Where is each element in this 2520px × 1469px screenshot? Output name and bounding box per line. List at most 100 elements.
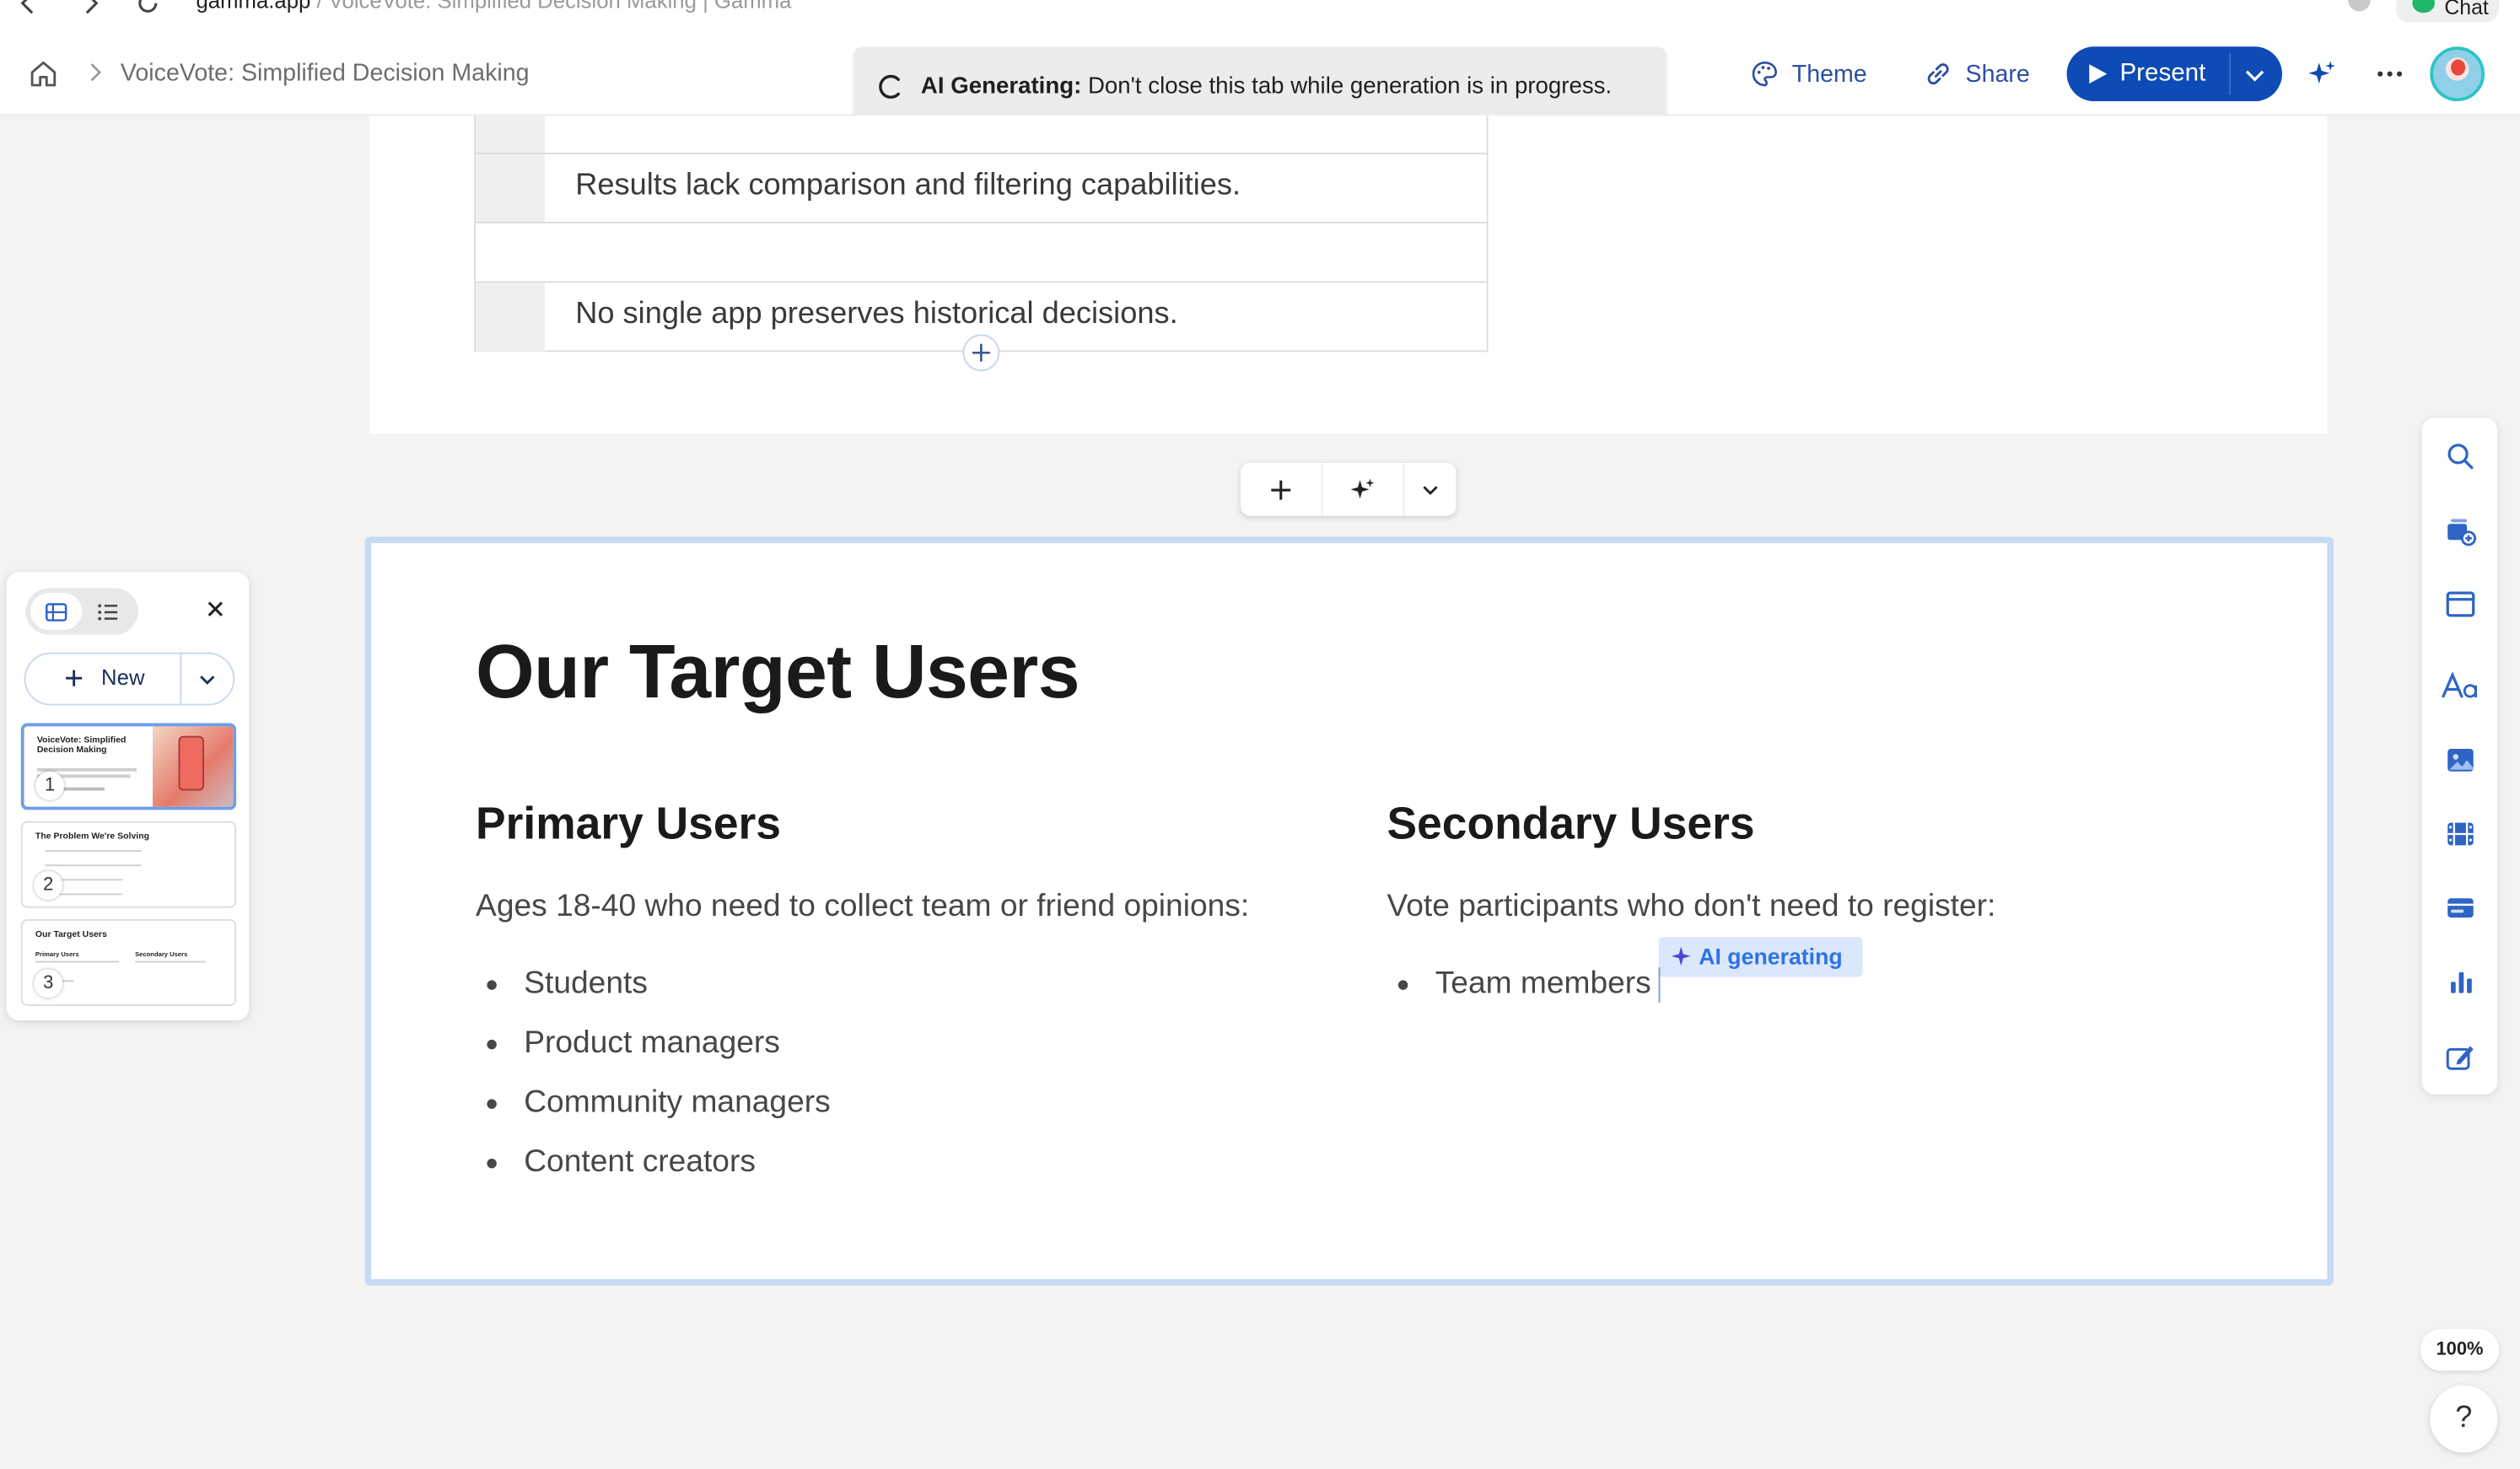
card-title[interactable]: Our Target Users <box>476 627 1080 715</box>
chat-button[interactable]: Chat <box>2396 0 2500 23</box>
new-card-options-button[interactable] <box>181 654 234 704</box>
slide-thumb-title: VoiceVote: Simplified Decision Making <box>36 735 127 756</box>
back-icon[interactable] <box>16 0 41 16</box>
new-card-label: New <box>101 665 145 690</box>
list-item[interactable]: Students <box>476 964 831 1024</box>
palette-icon <box>1752 61 1778 87</box>
help-button[interactable]: ? <box>2430 1385 2498 1453</box>
table-row[interactable]: Results lack comparison and filtering ca… <box>476 153 1487 222</box>
chat-label: Chat <box>2444 0 2489 19</box>
close-icon[interactable] <box>204 598 227 621</box>
text-cursor <box>1658 967 1661 1004</box>
address-bar[interactable]: gamma.app / VoiceVote: Simplified Decisi… <box>196 0 791 13</box>
edit-icon[interactable] <box>2444 1041 2476 1074</box>
forward-icon[interactable] <box>77 0 102 16</box>
avatar[interactable] <box>2430 46 2485 102</box>
secondary-users-heading[interactable]: Secondary Users <box>1387 799 1755 850</box>
browser-toolbar: gamma.app / VoiceVote: Simplified Decisi… <box>0 0 2520 30</box>
primary-users-heading[interactable]: Primary Users <box>476 799 781 850</box>
slide-thumbnail-2[interactable]: The Problem We're Solving 2 <box>20 821 237 908</box>
share-label: Share <box>1965 60 2030 88</box>
text-style-icon[interactable] <box>2442 670 2480 702</box>
grid-view-icon[interactable] <box>45 601 67 624</box>
sparkle-icon <box>1350 477 1375 498</box>
chevron-right-icon <box>90 63 102 82</box>
chevron-down-icon <box>1423 485 1438 495</box>
row-text: Results lack comparison and filtering ca… <box>575 169 1241 203</box>
chevron-down-icon <box>200 675 215 685</box>
url-host: gamma.app <box>196 0 311 13</box>
chat-icon <box>2412 0 2435 13</box>
ai-add-card-button[interactable] <box>1322 463 1403 516</box>
sparkle-icon[interactable] <box>2307 60 2336 89</box>
phone-image <box>178 735 205 791</box>
slide-panel: New VoiceVote: Simplified Decision Makin… <box>6 572 250 1021</box>
slide-thumb-title: The Problem We're Solving <box>35 832 150 842</box>
insert-card-toolbar <box>1241 462 1457 516</box>
insert-options-button[interactable] <box>1404 463 1456 516</box>
primary-users-intro[interactable]: Ages 18-40 who need to collect team or f… <box>476 889 1249 926</box>
insert-tools-rail <box>2421 417 2498 1095</box>
theme-button[interactable]: Theme <box>1750 51 1867 96</box>
url-path: / VoiceVote: Simplified Decision Making … <box>310 0 792 13</box>
share-button[interactable]: Share <box>1924 51 2030 96</box>
add-row-button[interactable] <box>962 334 1000 372</box>
thumb-text-line <box>45 850 142 852</box>
plus-icon <box>66 670 83 686</box>
new-card-button[interactable]: New <box>25 654 180 704</box>
thumb-text-line <box>59 787 105 791</box>
list-view-icon[interactable] <box>96 601 119 624</box>
present-button[interactable]: Present <box>2066 46 2282 102</box>
plus-icon <box>972 343 990 362</box>
breadcrumb-doc-title[interactable]: VoiceVote: Simplified Decision Making <box>121 60 530 87</box>
slide-thumb-col1: Primary Users <box>35 950 79 958</box>
list-item[interactable]: Community managers <box>476 1083 831 1143</box>
chevron-down-icon[interactable] <box>2243 64 2266 87</box>
slide-number: 1 <box>35 771 65 800</box>
slide-thumb-image <box>153 726 234 807</box>
add-card-button[interactable] <box>1241 463 1321 516</box>
theme-label: Theme <box>1791 60 1867 88</box>
chart-icon[interactable] <box>2444 966 2476 998</box>
slide-thumb-title: Our Target Users <box>35 930 107 940</box>
list-item[interactable]: Product managers <box>476 1024 831 1084</box>
ai-banner-bold: AI Generating: <box>920 73 1082 100</box>
slide-number: 3 <box>34 969 63 998</box>
slide-thumbnail-1[interactable]: VoiceVote: Simplified Decision Making 1 <box>20 723 237 810</box>
problem-table: Results lack comparison and filtering ca… <box>474 116 1489 352</box>
search-icon[interactable] <box>2444 440 2476 472</box>
thumb-text-line <box>36 767 137 771</box>
embed-icon[interactable] <box>2444 892 2476 924</box>
ai-generating-tag: AI generating <box>1658 936 1863 977</box>
thumb-text-line <box>35 960 120 963</box>
sparkle-icon <box>1671 946 1691 966</box>
zoom-level[interactable]: 100% <box>2420 1328 2500 1371</box>
thumb-text-line <box>61 980 74 982</box>
app-header: VoiceVote: Simplified Decision Making AI… <box>0 29 2520 127</box>
table-row[interactable] <box>476 221 1487 282</box>
link-icon <box>1927 63 1949 85</box>
list-item[interactable]: Content creators <box>476 1143 831 1203</box>
film-icon[interactable] <box>2444 818 2476 850</box>
spinner-icon <box>879 74 900 99</box>
secondary-users-intro[interactable]: Vote participants who don't need to regi… <box>1387 889 1996 926</box>
more-icon[interactable] <box>2375 60 2404 89</box>
reload-icon[interactable] <box>135 0 160 16</box>
slide-thumb-col2: Secondary Users <box>135 950 188 958</box>
view-toggle <box>25 588 138 635</box>
list-item[interactable]: Team members <box>1387 964 1651 1024</box>
ai-generating-label: AI generating <box>1699 943 1843 970</box>
layout-icon[interactable] <box>2444 588 2476 620</box>
row-number-cell <box>476 153 545 222</box>
present-divider <box>2229 52 2231 95</box>
present-label: Present <box>2119 59 2206 87</box>
plus-icon <box>1271 479 1291 499</box>
extension-icon[interactable] <box>2348 0 2371 12</box>
play-icon <box>2089 64 2108 84</box>
table-row[interactable] <box>476 116 1487 153</box>
home-icon[interactable] <box>27 58 59 90</box>
add-card-icon[interactable] <box>2444 514 2477 546</box>
image-icon[interactable] <box>2444 744 2476 776</box>
slide-thumbnail-3[interactable]: Our Target Users Primary Users Secondary… <box>20 919 237 1006</box>
new-card-split-button: New <box>24 652 235 706</box>
